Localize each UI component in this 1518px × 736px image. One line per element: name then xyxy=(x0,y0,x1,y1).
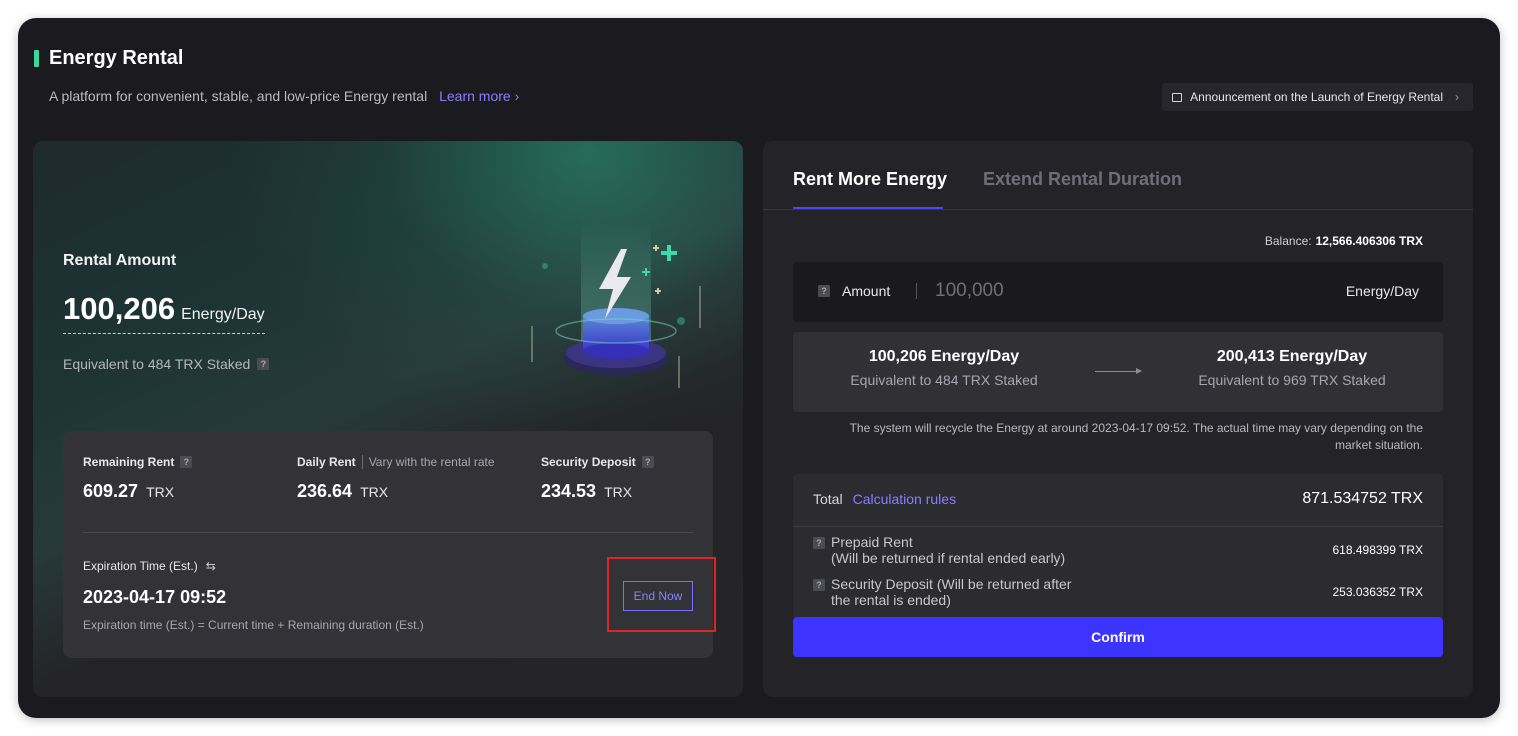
expiration-label: Expiration Time (Est.) ⇆ xyxy=(83,559,216,573)
amount-unit: Energy/Day xyxy=(1345,283,1419,299)
help-icon[interactable]: ? xyxy=(641,456,654,468)
page-title: Energy Rental xyxy=(49,47,184,69)
prepaid-rent-line2: (Will be returned if rental ended early) xyxy=(831,550,1066,566)
announcement-label: Announcement on the Launch of Energy Ren… xyxy=(1190,90,1443,104)
cost-summary: Total Calculation rules 871.534752 TRX ?… xyxy=(793,474,1443,619)
announcement-button[interactable]: Announcement on the Launch of Energy Ren… xyxy=(1162,83,1473,111)
chevron-right-icon: › xyxy=(1455,90,1459,104)
expiration-note: Expiration time (Est.) = Current time + … xyxy=(83,618,424,632)
rental-summary-card: Rental Amount 100,206 Energy/Day Equival… xyxy=(33,141,743,697)
energy-rental-panel: Energy Rental A platform for convenient,… xyxy=(18,18,1500,718)
after-energy-value: 200,413 Energy/Day xyxy=(1216,348,1368,365)
prepaid-rent-row: ? Prepaid Rent (Will be returned if renta… xyxy=(813,534,1423,566)
help-icon[interactable]: ? xyxy=(818,285,830,297)
remaining-rent-label: Remaining Rent xyxy=(83,455,175,469)
daily-rent-label: Daily Rent xyxy=(297,455,356,469)
subtitle-text: A platform for convenient, stable, and l… xyxy=(49,88,428,104)
arrow-right-icon xyxy=(1095,368,1142,374)
daily-rent-value: 236.64 xyxy=(297,481,353,501)
current-energy-value: 100,206 Energy/Day xyxy=(868,348,1020,365)
end-now-button[interactable]: End Now xyxy=(623,581,693,611)
stats-divider xyxy=(83,532,693,533)
recycle-notice: The system will recycle the Energy at ar… xyxy=(849,421,1423,452)
learn-more-link[interactable]: Learn more › xyxy=(439,88,519,104)
tab-rent-more-energy[interactable]: Rent More Energy xyxy=(793,169,947,190)
rental-amount: 100,206 Energy/Day xyxy=(63,291,265,334)
total-value: 871.534752 TRX xyxy=(1302,490,1423,507)
balance: Balance: 12,566.406306 TRX xyxy=(1265,234,1423,248)
calendar-icon xyxy=(1172,92,1183,102)
active-tab-indicator xyxy=(793,207,943,209)
daily-rent-sublabel: Vary with the rental rate xyxy=(361,455,495,469)
remaining-rent-currency: TRX xyxy=(146,484,175,500)
security-deposit-label: Security Deposit xyxy=(541,455,636,469)
security-deposit-summary-label: Security Deposit (Will be returned after… xyxy=(831,576,1071,608)
current-energy: 100,206 Energy/Day Equivalent to 484 TRX… xyxy=(834,348,1054,388)
security-deposit-summary-value: 253.036352 TRX xyxy=(1332,585,1423,599)
amount-label: Amount xyxy=(842,283,891,299)
security-deposit-row: ? Security Deposit (Will be returned aft… xyxy=(813,576,1423,608)
total-row: Total Calculation rules 871.534752 TRX xyxy=(813,490,1423,508)
expiration-label-text: Expiration Time (Est.) xyxy=(83,559,198,573)
tab-extend-rental-duration[interactable]: Extend Rental Duration xyxy=(983,169,1182,190)
current-energy-equivalent: Equivalent to 484 TRX Staked xyxy=(850,372,1038,388)
confirm-button[interactable]: Confirm xyxy=(793,617,1443,657)
amount-separator xyxy=(916,283,917,299)
security-deposit-line1: Security Deposit (Will be returned after xyxy=(831,576,1072,592)
balance-value: 12,566.406306 TRX xyxy=(1315,234,1423,248)
prepaid-rent-line1: Prepaid Rent xyxy=(831,534,913,550)
prepaid-rent-label: Prepaid Rent (Will be returned if rental … xyxy=(831,534,1065,566)
after-energy-equivalent: Equivalent to 969 TRX Staked xyxy=(1198,372,1386,388)
prepaid-rent-value: 618.498399 TRX xyxy=(1332,543,1423,557)
daily-rent-stat: Daily Rent Vary with the rental rate 236.… xyxy=(297,455,495,502)
balance-label: Balance: xyxy=(1264,234,1312,248)
security-deposit-value: 234.53 xyxy=(541,481,597,501)
expiration-value: 2023-04-17 09:52 xyxy=(83,587,227,607)
daily-rent-currency: TRX xyxy=(360,484,389,500)
chevron-right-icon: › xyxy=(514,88,520,104)
help-icon[interactable]: ? xyxy=(257,358,270,370)
swap-icon[interactable]: ⇆ xyxy=(206,559,216,573)
security-deposit-line2: the rental is ended) xyxy=(831,592,951,608)
rental-equivalent: Equivalent to 484 TRX Staked ? xyxy=(63,356,270,372)
rental-amount-label: Rental Amount xyxy=(63,252,177,269)
rental-stats-panel: Remaining Rent? 609.27 TRX Daily Rent Vary… xyxy=(63,431,716,658)
amount-input[interactable] xyxy=(935,276,1235,306)
help-icon[interactable]: ? xyxy=(813,537,825,549)
tab-bar: Rent More Energy Extend Rental Duration xyxy=(763,141,1473,210)
security-deposit-stat: Security Deposit? 234.53 TRX xyxy=(541,455,654,502)
total-label: Total xyxy=(813,491,843,507)
energy-comparison: 100,206 Energy/Day Equivalent to 484 TRX… xyxy=(793,332,1443,412)
rent-form-card: Rent More Energy Extend Rental Duration … xyxy=(763,141,1473,697)
rental-amount-unit: Energy/Day xyxy=(181,306,265,323)
page-subtitle: A platform for convenient, stable, and l… xyxy=(49,88,519,104)
rental-amount-value: 100,206 xyxy=(63,291,176,326)
title-accent-bar xyxy=(34,50,39,67)
help-icon[interactable]: ? xyxy=(180,456,193,468)
summary-divider xyxy=(793,526,1443,527)
energy-battery-illustration xyxy=(531,221,701,388)
calculation-rules-link[interactable]: Calculation rules xyxy=(853,491,957,507)
help-icon[interactable]: ? xyxy=(813,579,825,591)
security-deposit-currency: TRX xyxy=(604,484,633,500)
amount-field: ? Amount Energy/Day xyxy=(793,262,1443,322)
rental-equivalent-text: Equivalent to 484 TRX Staked xyxy=(63,356,251,372)
remaining-rent-stat: Remaining Rent? 609.27 TRX xyxy=(83,455,193,502)
after-energy: 200,413 Energy/Day Equivalent to 969 TRX… xyxy=(1182,348,1402,388)
remaining-rent-value: 609.27 xyxy=(83,481,139,501)
